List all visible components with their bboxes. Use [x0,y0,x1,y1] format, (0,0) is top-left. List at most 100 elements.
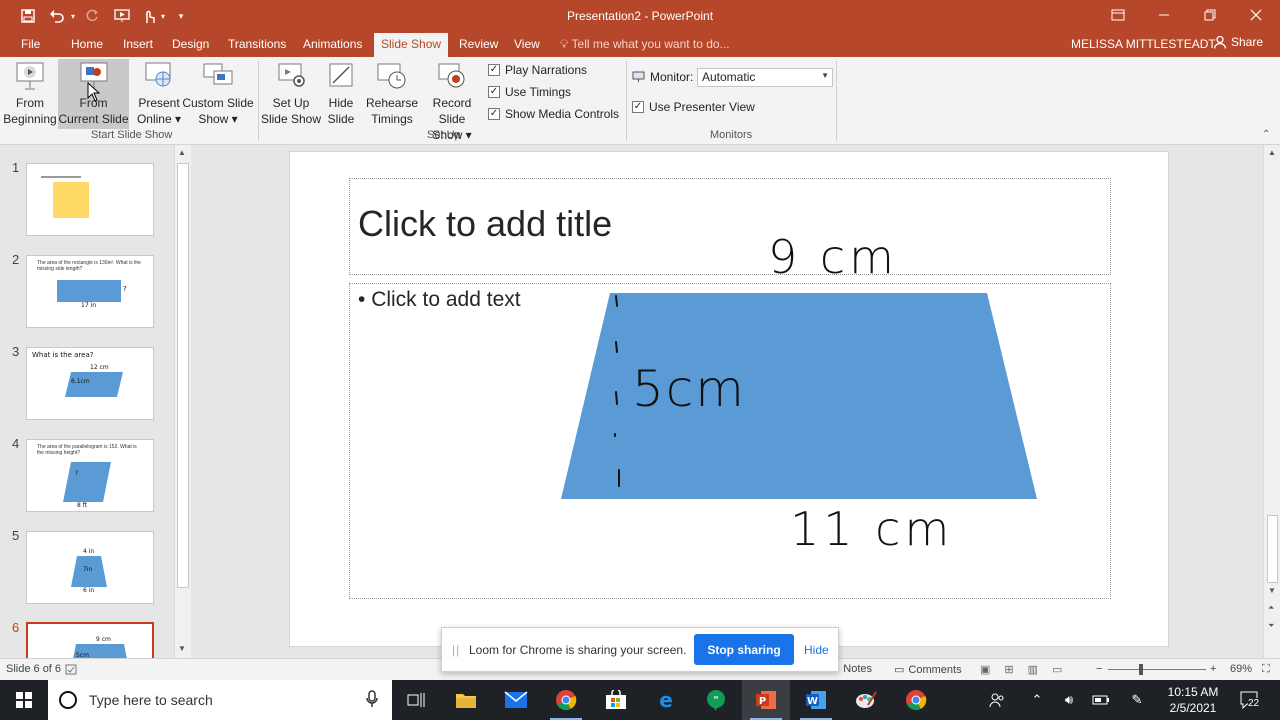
play-narrations-checkbox[interactable]: ✓ Play Narrations [488,61,587,79]
tab-design[interactable]: Design [172,37,209,51]
zoom-slider[interactable] [1108,669,1206,670]
rehearse-line1: Rehearse [366,96,419,110]
scroll-up-icon[interactable]: ▲ [178,148,186,157]
hide-button[interactable]: Hide [804,643,829,657]
collapse-ribbon-icon[interactable]: ⌃ [1262,129,1270,140]
thumb-number: 2 [12,252,20,267]
people-icon[interactable] [984,680,1010,720]
slide-thumbnail-1[interactable] [26,163,154,236]
scroll-thumb[interactable] [177,163,189,588]
chevron-up-icon[interactable]: ⌃ [1026,680,1048,720]
reading-view-icon[interactable]: ▥ [1028,663,1038,676]
share-button[interactable]: Share [1213,35,1263,49]
file-explorer-icon[interactable] [442,680,490,720]
close-icon[interactable] [1233,0,1279,30]
normal-view-icon[interactable]: ▣ [980,663,990,676]
volume-icon[interactable]: 🔊︎ [1058,680,1080,720]
restore-icon[interactable] [1187,0,1233,30]
drag-handle-icon[interactable]: || [452,643,460,657]
fit-to-window-icon[interactable]: ⛶ [1262,663,1270,676]
svg-text:e: e [659,689,673,711]
custom-slide-show-button[interactable]: Custom Slide Show ▾ [182,59,254,129]
tab-animations[interactable]: Animations [303,37,362,51]
ribbon-display-options-icon[interactable] [1095,0,1141,30]
slide-thumbnail-4[interactable]: The area of the parallelogram is 152. Wh… [26,439,154,512]
task-view-icon[interactable] [392,680,440,720]
thumb-label: 9 cm [96,636,111,643]
custom-show-line2: Show ▾ [198,112,238,126]
scroll-down-icon[interactable]: ▼ [1268,586,1276,595]
slide-thumbnail-3[interactable]: What is the area? 12 cm 6.1cm [26,347,154,420]
use-timings-checkbox[interactable]: ✓ Use Timings [488,83,571,101]
tab-home[interactable]: Home [71,37,103,51]
slide-show-view-icon[interactable]: ▭ [1052,663,1062,676]
windows-taskbar: Type here to search e " P W ⌃ 🔊︎ ✎ 10:15… [0,680,1280,720]
present-online-button[interactable]: Present Online ▾ [136,59,182,129]
microphone-icon[interactable] [366,690,378,708]
thumb-yellow-square [53,182,89,218]
start-button[interactable] [0,680,48,720]
windows-logo-icon [16,692,32,708]
tab-view[interactable]: View [514,37,540,51]
word-icon[interactable]: W [792,680,840,720]
monitor-icon [632,71,645,82]
monitor-dropdown[interactable]: Automatic ▼ [697,68,833,87]
battery-icon[interactable] [1090,680,1112,720]
zoom-out-icon[interactable]: − [1096,663,1102,675]
tab-slide-show[interactable]: Slide Show [374,33,449,57]
thumb-title-line [41,176,81,178]
pen-workspace-icon[interactable]: ✎ [1126,680,1148,720]
taskbar-search-box[interactable]: Type here to search [48,680,392,720]
mail-icon[interactable] [492,680,540,720]
clock-time: 10:15 AM [1167,685,1219,699]
stop-sharing-button[interactable]: Stop sharing [694,634,794,665]
previous-slide-icon[interactable]: ⏶ [1268,603,1274,613]
notes-button[interactable]: ≡ Notes [834,663,872,675]
zoom-slider-thumb[interactable] [1139,664,1143,675]
slide-thumbnail-6[interactable]: 9 cm 5cm [26,622,154,658]
scroll-down-icon[interactable]: ▼ [178,644,186,653]
comments-button[interactable]: ▭ Comments [894,663,962,677]
chrome-icon[interactable] [542,680,590,720]
hide-slide-button[interactable]: Hide Slide [322,59,360,129]
record-slide-show-button[interactable]: Record Slide Show ▾ [418,59,486,142]
minimize-icon[interactable] [1141,0,1187,30]
thumb-label: 6.1cm [71,378,90,385]
slide-thumbnail-2[interactable]: The area of the rectangle is 136in². Wha… [26,255,154,328]
from-beginning-button[interactable]: From Beginning [2,59,58,129]
next-slide-icon[interactable]: ⏷ [1268,621,1274,631]
current-slide[interactable]: Click to add title • Click to add text 9… [289,151,1169,647]
chrome-app-icon[interactable] [892,680,940,720]
slide-thumbnail-5[interactable]: 4 in 7in 6 in [26,531,154,604]
mouse-cursor-icon [87,82,101,102]
set-up-show-icon [278,63,305,87]
slide-sorter-icon[interactable]: ⊞ [1004,663,1013,676]
tab-file[interactable]: File [21,37,40,51]
paint-icon[interactable] [842,680,890,720]
scroll-thumb[interactable] [1267,515,1278,583]
show-media-controls-label: Show Media Controls [505,107,620,121]
powerpoint-icon[interactable]: P [742,680,790,720]
powerpoint-window: ▾ ▾ ▾ Presentation2 - PowerPoint File Ho… [0,0,1280,720]
zoom-in-icon[interactable]: + [1210,663,1216,675]
tab-review[interactable]: Review [459,37,498,51]
store-icon[interactable] [592,680,640,720]
thumb-rectangle [57,280,121,302]
tab-transitions[interactable]: Transitions [228,37,286,51]
hangouts-icon[interactable]: " [692,680,740,720]
tell-me-box[interactable]: 💡︎ Tell me what you want to do... [560,37,730,52]
tab-insert[interactable]: Insert [123,37,153,51]
thumbnail-scrollbar[interactable]: ▲ ▼ [174,145,191,658]
scroll-up-icon[interactable]: ▲ [1268,148,1276,157]
slide-scrollbar[interactable]: ▲ ▼ ⏶ ⏷ [1263,145,1280,658]
notifications-icon[interactable]: 22 [1234,680,1266,720]
rehearse-timings-button[interactable]: Rehearse Timings [366,59,418,129]
zoom-level[interactable]: 69% [1230,663,1252,675]
edge-icon[interactable]: e [642,680,690,720]
clock[interactable]: 10:15 AM 2/5/2021 [1160,684,1226,716]
use-presenter-view-checkbox[interactable]: ✓ Use Presenter View [632,98,755,116]
show-media-controls-checkbox[interactable]: ✓ Show Media Controls [488,105,619,123]
user-name[interactable]: MELISSA MITTLESTEADT [1071,37,1216,51]
spelling-icon[interactable] [65,664,77,675]
set-up-slide-show-button[interactable]: Set Up Slide Show [260,59,322,129]
